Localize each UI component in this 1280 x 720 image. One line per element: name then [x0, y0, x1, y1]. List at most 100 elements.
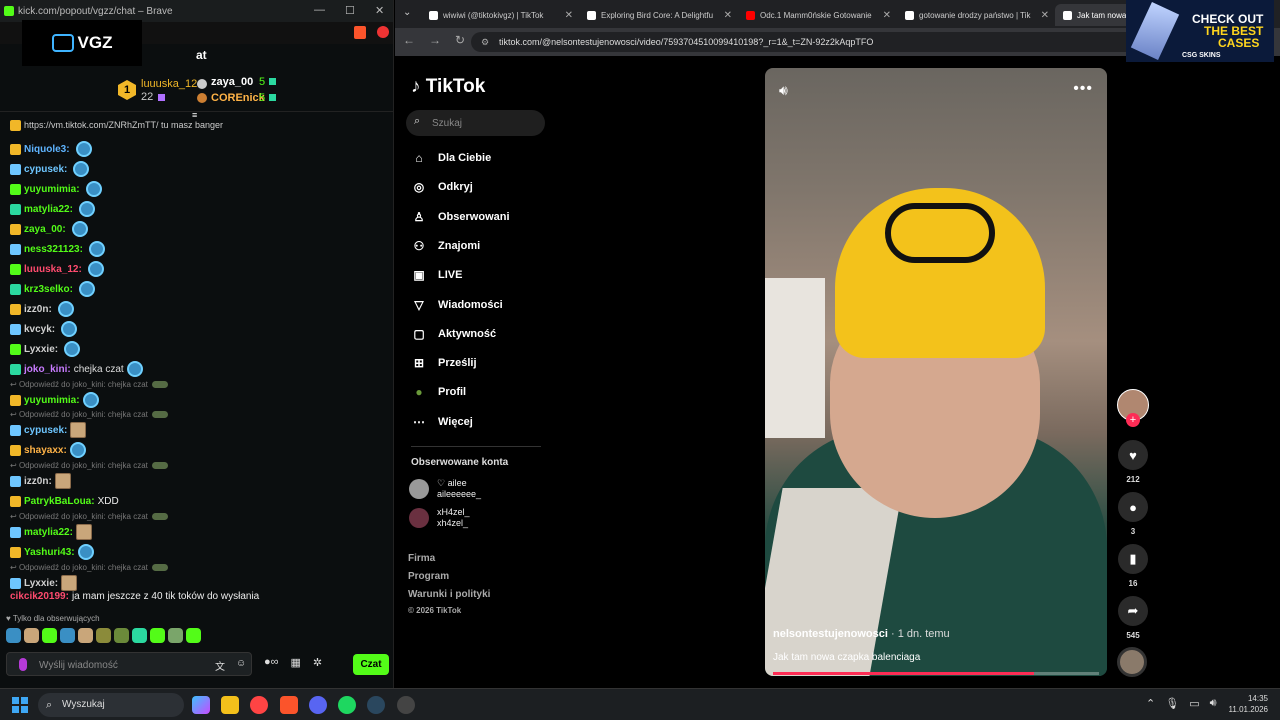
nav-item-activity[interactable]: ▢ Aktywność — [411, 324, 496, 344]
steam-icon[interactable] — [367, 696, 385, 714]
tab-gotowanie[interactable]: gotowanie drodzy państwo | Tik ✕ — [897, 4, 1055, 26]
chat-send-button[interactable]: Czat — [353, 654, 389, 675]
emote-icon[interactable] — [150, 628, 165, 643]
volume-icon[interactable]: 🔊︎ — [779, 82, 788, 99]
video-progress-bar[interactable] — [773, 672, 1099, 675]
tiktok-logo[interactable]: ♪ TikTok — [411, 76, 485, 98]
nav-item-home[interactable]: ⌂ Dla Ciebie — [411, 148, 491, 168]
search-icon[interactable]: ⌕ — [414, 115, 420, 128]
footer-link-company[interactable]: Firma — [408, 553, 435, 564]
store-icon[interactable]: ▦ — [291, 656, 301, 669]
emote-icon[interactable] — [42, 628, 57, 643]
emote-icon[interactable] — [60, 628, 75, 643]
more-options-icon[interactable]: ••• — [1073, 80, 1093, 98]
tab-youtube[interactable]: Odc.1 Mamm0ńskie Gotowanie ✕ — [738, 4, 897, 26]
heart-icon[interactable]: ♥ — [1118, 440, 1148, 470]
chat-username[interactable]: cikcik20199: — [10, 591, 69, 602]
tab-bird-core[interactable]: Exploring Bird Core: A Delightfu ✕ — [579, 4, 738, 26]
nav-item-profile[interactable]: ● Profil — [411, 382, 466, 402]
leader-first-name[interactable]: luuuska_12 — [141, 78, 197, 90]
chat-username[interactable]: Yashuri43: — [24, 547, 75, 558]
chat-username[interactable]: yuyumimia: — [24, 395, 80, 406]
chat-username[interactable]: shayaxx: — [24, 445, 67, 456]
emote-icon[interactable] — [6, 628, 21, 643]
emote-icon[interactable] — [78, 628, 93, 643]
emote-icon[interactable] — [24, 628, 39, 643]
spotify-icon[interactable] — [338, 696, 356, 714]
network-icon[interactable]: ▭ — [1189, 697, 1199, 710]
comment-action[interactable]: ● 3 — [1117, 492, 1149, 536]
like-action[interactable]: ♥ 212 — [1117, 440, 1149, 484]
address-bar[interactable]: ⚙ tiktok.com/@nelsontestujenowosci/video… — [471, 32, 1191, 52]
settings-icon[interactable]: ✲ — [313, 656, 322, 669]
microphone-tray-icon[interactable]: 🎙︎ — [1165, 697, 1179, 710]
chat-username[interactable]: cypusek: — [24, 425, 67, 436]
chat-message-link[interactable]: https://vm.tiktok.com/ZNRhZmTT/ tu masz … — [10, 116, 223, 134]
volume-tray-icon[interactable]: 🔊︎ — [1210, 697, 1217, 710]
follow-plus-icon[interactable]: + — [1126, 413, 1140, 427]
chat-username[interactable]: luuuska_12: — [24, 264, 82, 275]
close-button[interactable]: ✕ — [375, 4, 384, 17]
reply-context[interactable]: ↩ Odpowiedź do joko_kini: chejka czat — [10, 410, 168, 419]
chat-link-text[interactable]: https://vm.tiktok.com/ZNRhZmTT/ tu masz … — [24, 120, 223, 130]
chat-username[interactable]: matylia22: — [24, 527, 73, 538]
comment-icon[interactable]: ● — [1118, 492, 1148, 522]
reply-context[interactable]: ↩ Odpowiedź do joko_kini: chejka czat — [10, 380, 168, 389]
tab-close-icon[interactable]: ✕ — [565, 10, 573, 21]
footer-link-terms[interactable]: Warunki i polityki — [408, 589, 490, 600]
emoji-icon[interactable]: ☺ — [236, 658, 246, 669]
followed-account[interactable]: ♡ ailee aileeeeee_ — [409, 478, 481, 500]
tab-close-icon[interactable]: ✕ — [1041, 10, 1049, 21]
chat-username[interactable]: izz0n: — [24, 304, 52, 315]
back-icon[interactable]: ← — [403, 33, 415, 47]
discord-icon[interactable] — [309, 696, 327, 714]
chat-username[interactable]: joko_kini: — [24, 364, 71, 375]
chevron-up-icon[interactable]: ⌃ — [1146, 697, 1155, 710]
chat-message-input[interactable] — [39, 657, 209, 673]
tab-tiktok-profile[interactable]: wiwiwi (@tiktokivgz) | TikTok ✕ — [421, 4, 579, 26]
emote-icon[interactable] — [114, 628, 129, 643]
chat-username[interactable]: cypusek: — [24, 164, 67, 175]
reply-context[interactable]: ↩ Odpowiedź do joko_kini: chejka czat — [10, 563, 168, 572]
followed-account[interactable]: xH4zel_ xh4zel_ — [409, 507, 470, 529]
tab-active[interactable]: Jak tam nowa — [1055, 4, 1135, 26]
tab-list-icon[interactable]: ⌄ — [403, 7, 411, 18]
chat-username[interactable]: PatrykBaLoua: — [24, 496, 95, 507]
minimize-button[interactable]: — — [314, 4, 325, 16]
nav-item-upload[interactable]: ⊞ Prześlij — [411, 353, 477, 373]
translate-icon[interactable]: 文 — [215, 658, 225, 673]
chat-username[interactable]: ness321123: — [24, 244, 83, 255]
brave-rewards-icon[interactable] — [377, 26, 389, 38]
windows-start-icon[interactable] — [12, 697, 28, 713]
reload-icon[interactable]: ↻ — [455, 33, 465, 47]
people-icon[interactable]: ●∞ — [264, 656, 279, 669]
file-explorer-icon[interactable] — [221, 696, 239, 714]
video-author[interactable]: nelsontestujenowosci · 1 dn. temu — [773, 628, 950, 640]
chat-username[interactable]: kvcyk: — [24, 324, 55, 335]
site-info-icon[interactable]: ⚙ — [481, 32, 489, 52]
chat-username[interactable]: izz0n: — [24, 476, 52, 487]
emote-icon[interactable] — [132, 628, 147, 643]
forward-icon[interactable]: → — [429, 33, 441, 47]
chat-username[interactable]: krz3selko: — [24, 284, 73, 295]
nav-item-following[interactable]: ♙ Obserwowani — [411, 207, 510, 227]
leader-third-name[interactable]: COREnick — [211, 92, 265, 104]
tab-close-icon[interactable]: ✕ — [724, 10, 732, 21]
tiktok-search-input[interactable] — [432, 116, 532, 130]
tab-close-icon[interactable]: ✕ — [883, 10, 891, 21]
chat-username[interactable]: yuyumimia: — [24, 184, 80, 195]
maximize-button[interactable]: ☐ — [345, 4, 355, 17]
nav-item-compass[interactable]: ◎ Odkryj — [411, 177, 473, 197]
chrome-icon[interactable] — [250, 696, 268, 714]
sound-avatar[interactable] — [1117, 647, 1147, 677]
share-icon[interactable]: ➦ — [1118, 596, 1148, 626]
reply-context[interactable]: ↩ Odpowiedź do joko_kini: chejka czat — [10, 512, 168, 521]
taskbar-search[interactable]: ⌕ Wyszukaj — [38, 693, 184, 717]
save-action[interactable]: ▮ 16 — [1117, 544, 1149, 588]
brave-icon[interactable] — [280, 696, 298, 714]
bookmark-icon[interactable]: ▮ — [1118, 544, 1148, 574]
app-icon[interactable] — [397, 696, 415, 714]
chat-username[interactable]: matylia22: — [24, 204, 73, 215]
emote-icon[interactable] — [186, 628, 201, 643]
emote-icon[interactable] — [168, 628, 183, 643]
